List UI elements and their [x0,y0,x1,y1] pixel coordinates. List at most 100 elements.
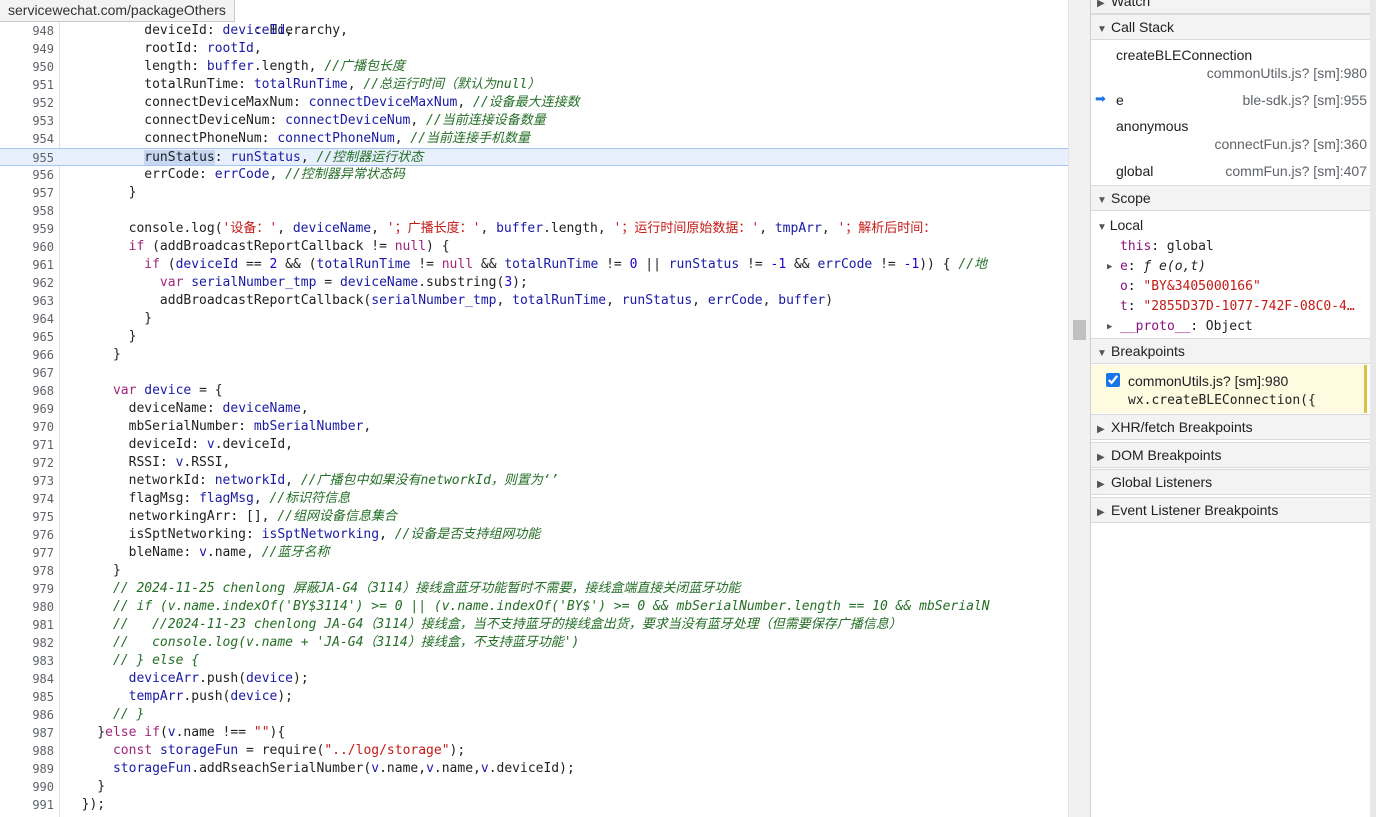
line-number[interactable]: 948 [0,22,54,40]
code-line[interactable]: 983 // } else { [0,652,1068,670]
code-line[interactable]: 966 } [0,346,1068,364]
breakpoint-file[interactable]: commonUtils.js? [sm]:980 [1128,373,1288,389]
code-line-paused[interactable]: 955 runStatus: runStatus, //控制器运行状态 [0,148,1068,166]
line-number[interactable]: 963 [0,292,54,310]
code-line[interactable]: 967 [0,364,1068,382]
event-listener-breakpoints-header[interactable]: ▶ Event Listener Breakpoints [1091,497,1371,523]
breakpoints-section-header[interactable]: ▼ Breakpoints [1091,338,1371,364]
line-number[interactable]: 971 [0,436,54,454]
code-line[interactable]: 959 console.log('设备：', deviceName, '；广播长… [0,220,1068,238]
scope-local-header[interactable]: ▼ Local [1091,215,1371,235]
chevron-right-icon[interactable]: ▶ [1107,257,1112,277]
code-line[interactable]: 989 storageFun.addRseachSerialNumber(v.n… [0,760,1068,778]
frame-location[interactable]: ble-sdk.js? [sm]:955 [1243,92,1368,108]
scope-variable[interactable]: t: "2855D37D-1077-742F-08C0-4… [1091,297,1371,317]
line-number[interactable]: 961 [0,256,54,274]
line-number[interactable]: 981 [0,616,54,634]
code-scrollbar[interactable] [1068,0,1090,817]
line-number[interactable]: 978 [0,562,54,580]
line-number[interactable]: 958 [0,202,54,220]
watch-section-header[interactable]: ▶ Watch [1091,0,1371,14]
code-line[interactable]: 960 if (addBroadcastReportCallback != nu… [0,238,1068,256]
code-line[interactable]: 975 networkingArr: [], //组网设备信息集合 [0,508,1068,526]
line-number[interactable]: 965 [0,328,54,346]
code-line[interactable]: 961 if (deviceId == 2 && (totalRunTime !… [0,256,1068,274]
line-number[interactable]: 983 [0,652,54,670]
code-line[interactable]: 988 const storageFun = require("../log/s… [0,742,1068,760]
line-number[interactable]: 969 [0,400,54,418]
code-line[interactable]: 972 RSSI: v.RSSI, [0,454,1068,472]
code-line[interactable]: 965 } [0,328,1068,346]
line-number[interactable]: 968 [0,382,54,400]
code-line[interactable]: 970 mbSerialNumber: mbSerialNumber, [0,418,1068,436]
code-line[interactable]: 958 [0,202,1068,220]
code-line[interactable]: 964 } [0,310,1068,328]
code-line[interactable]: 982 // console.log(v.name + 'JA-G4（3114）… [0,634,1068,652]
line-number[interactable]: 970 [0,418,54,436]
dom-breakpoints-header[interactable]: ▶ DOM Breakpoints [1091,442,1371,468]
line-number[interactable]: 956 [0,166,54,184]
scope-variable[interactable]: ▶ e: ƒ e(o,t) [1091,257,1371,277]
code-line[interactable]: 956 errCode: errCode, //控制器异常状态码 [0,166,1068,184]
line-number[interactable]: 974 [0,490,54,508]
line-number[interactable]: 966 [0,346,54,364]
line-number[interactable]: 976 [0,526,54,544]
chevron-right-icon[interactable]: ▶ [1107,317,1112,337]
line-number[interactable]: 977 [0,544,54,562]
line-number[interactable]: 989 [0,760,54,778]
code-line[interactable]: 980 // if (v.name.indexOf('BY$3114') >= … [0,598,1068,616]
scope-variable[interactable]: this: global [1091,237,1371,257]
global-listeners-header[interactable]: ▶ Global Listeners [1091,469,1371,495]
scope-variable[interactable]: o: "BY&3405000166" [1091,277,1371,297]
line-number[interactable]: 949 [0,40,54,58]
line-number[interactable]: 988 [0,742,54,760]
code-line[interactable]: 968 var device = { [0,382,1068,400]
scope-variable[interactable]: ▶ __proto__: Object [1091,317,1371,337]
code-line[interactable]: 949 rootId: rootId, [0,40,1068,58]
code-line[interactable]: 954 connectPhoneNum: connectPhoneNum, //… [0,130,1068,148]
code-line[interactable]: 969 deviceName: deviceName, [0,400,1068,418]
code-line[interactable]: 950 length: buffer.length, //广播包长度 [0,58,1068,76]
call-stack-section-header[interactable]: ▼ Call Stack [1091,14,1371,40]
line-number[interactable]: 952 [0,94,54,112]
frame-location[interactable]: connectFun.js? [sm]:360 [1214,136,1367,152]
line-number[interactable]: 984 [0,670,54,688]
breakpoint-checkbox[interactable] [1106,373,1120,387]
line-number[interactable]: 982 [0,634,54,652]
code-line[interactable]: 962 var serialNumber_tmp = deviceName.su… [0,274,1068,292]
code-line[interactable]: 986 // } [0,706,1068,724]
code-line[interactable]: 985 tempArr.push(device); [0,688,1068,706]
call-stack-frame[interactable]: anonymous connectFun.js? [sm]:360 [1091,118,1371,158]
breakpoint-item[interactable]: commonUtils.js? [sm]:980 wx.createBLECon… [1091,365,1367,413]
line-number[interactable]: 987 [0,724,54,742]
call-stack-frame[interactable]: createBLEConnection commonUtils.js? [sm]… [1091,47,1371,89]
frame-location[interactable]: commFun.js? [sm]:407 [1225,163,1367,179]
line-number[interactable]: 972 [0,454,54,472]
line-number[interactable]: 954 [0,130,54,148]
line-number[interactable]: 955 [0,149,54,167]
code-line[interactable]: 987 }else if(v.name !== ""){ [0,724,1068,742]
xhr-breakpoints-header[interactable]: ▶ XHR/fetch Breakpoints [1091,414,1371,440]
line-number[interactable]: 967 [0,364,54,382]
code-line[interactable]: 978 } [0,562,1068,580]
line-number[interactable]: 985 [0,688,54,706]
line-number[interactable]: 975 [0,508,54,526]
code-line[interactable]: 979 // 2024-11-25 chenlong 屏蔽JA-G4（3114）… [0,580,1068,598]
line-number[interactable]: 964 [0,310,54,328]
code-line[interactable]: 991 }); [0,796,1068,814]
line-number[interactable]: 990 [0,778,54,796]
line-number[interactable]: 950 [0,58,54,76]
line-number[interactable]: 973 [0,472,54,490]
call-stack-frame[interactable]: global commFun.js? [sm]:407 [1091,163,1371,185]
line-number[interactable]: 960 [0,238,54,256]
code-line[interactable]: 953 connectDeviceNum: connectDeviceNum, … [0,112,1068,130]
code-line[interactable]: 948 deviceId: deviceId, [0,22,1068,40]
code-line[interactable]: 973 networkId: networkId, //广播包中如果没有netw… [0,472,1068,490]
code-line[interactable]: 963 addBroadcastReportCallback(serialNum… [0,292,1068,310]
line-number[interactable]: 980 [0,598,54,616]
code-line[interactable]: 981 // //2024-11-23 chenlong JA-G4（3114）… [0,616,1068,634]
code-line[interactable]: 952 connectDeviceMaxNum: connectDeviceMa… [0,94,1068,112]
scrollbar-thumb[interactable] [1073,320,1086,340]
line-number[interactable]: 962 [0,274,54,292]
line-number[interactable]: 959 [0,220,54,238]
